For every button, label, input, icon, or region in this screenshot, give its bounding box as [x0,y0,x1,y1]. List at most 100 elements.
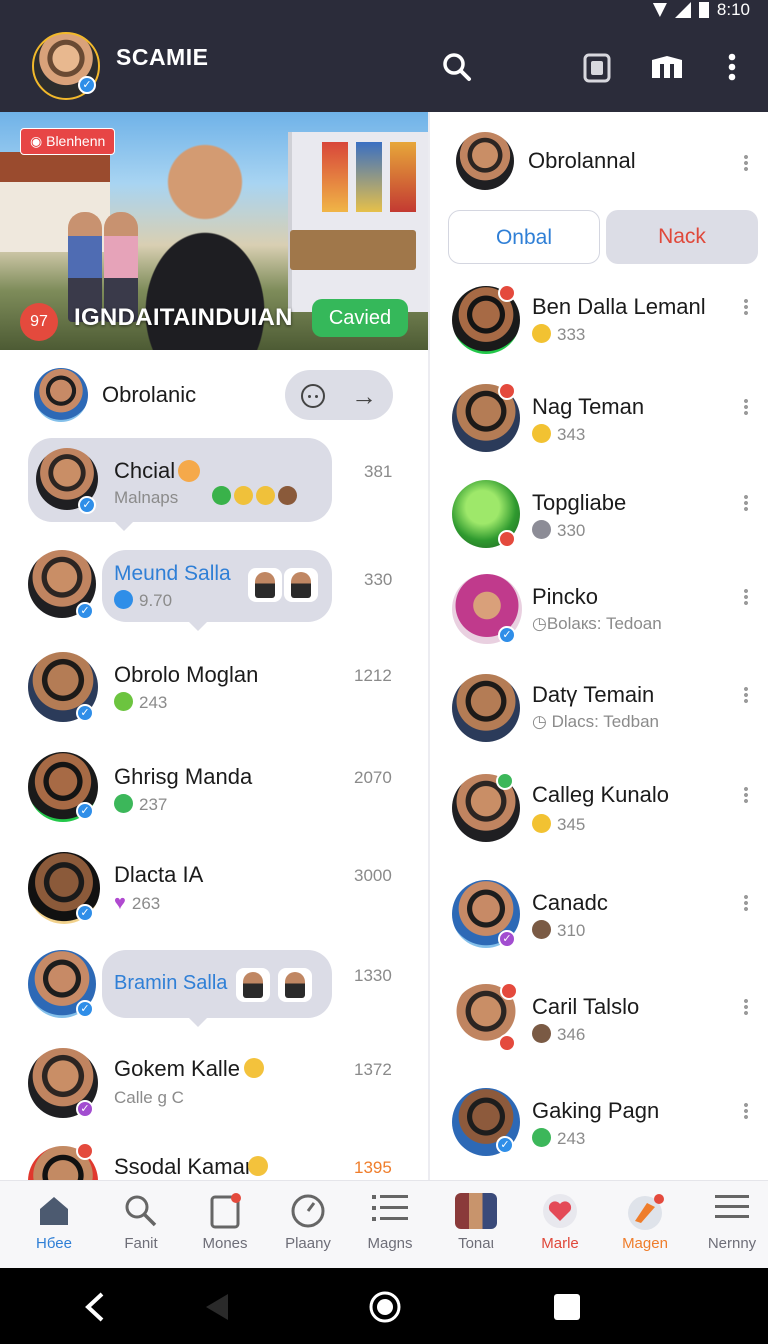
more-vertical-icon[interactable] [715,50,749,84]
more-vertical-icon[interactable] [744,298,748,316]
list-icon [372,1193,408,1229]
list-item[interactable]: Nag Teman 343 [430,378,768,476]
nav-nernny[interactable]: Nernny [690,1193,768,1252]
signal-icon [674,2,691,18]
more-vertical-icon[interactable] [744,154,748,172]
more-vertical-icon[interactable] [744,786,748,804]
list-item[interactable]: ✓ Gaking Pagn 243 [430,1084,768,1180]
nav-label: Magns [367,1235,413,1252]
notification-badge-icon [76,1142,94,1160]
bottom-nav: Hбее Fanit Mones Plaany Magns Tonaι Marl… [0,1180,768,1268]
nav-plaany[interactable]: Plaany [266,1193,350,1252]
nav-label: Nernny [707,1235,757,1252]
verified-icon [114,590,133,609]
group-icon [532,520,551,539]
triangle-back-icon[interactable] [200,1290,234,1324]
status-time: 8:10 [716,0,750,19]
list-item[interactable]: Ssodal Kaman 527 1395 [0,1142,428,1180]
list-item[interactable]: Ben Dalla Lemanl 333 [430,278,768,376]
thumbnail-image [236,968,270,1002]
tab-nack[interactable]: Nack [606,210,758,264]
list-item[interactable]: Caril Talslo 346 [430,980,768,1084]
hero-banner[interactable]: ◉ Blenhenn 97 IGNDAITAINDUIAN Cavied [0,112,428,350]
right-header: Obrolannal [430,112,768,210]
nav-label: Hбее [36,1235,72,1252]
list-item[interactable]: ✓ Meund Salla 9.70 330 [0,548,428,640]
nav-label: Magen [622,1235,668,1252]
notification-badge-icon [498,382,516,400]
nav-label: Marle [541,1235,579,1252]
avatar[interactable] [34,368,88,422]
left-pane: ◉ Blenhenn 97 IGNDAITAINDUIAN Cavied Obr… [0,112,428,1180]
list-item[interactable]: ✓ Obrolo Moglan 243 1212 [0,648,428,748]
contact-subtitle: 243 [114,692,167,713]
nav-magns[interactable]: Magns [348,1193,432,1252]
contact-name: Topgliabe [532,490,627,515]
list-item[interactable]: ✓ Gokem Kalle Calle g C 1372 [0,1044,428,1144]
contact-name: Datγ Temain [532,682,655,707]
system-nav-bar [0,1268,768,1344]
contact-subtitle: 243 [532,1128,585,1149]
nav-fanit[interactable]: Fanit [99,1193,183,1252]
contact-subtitle: 346 [532,1024,585,1045]
message-count: 330 [364,570,393,589]
list-item[interactable]: ✓ Bramin Salla 1330 [0,948,428,1048]
list-item[interactable]: Topgliabe 330 [430,476,768,572]
clipboard-icon[interactable] [580,50,614,84]
tab-onbal[interactable]: Onbal [448,210,600,264]
store-icon[interactable] [650,50,684,84]
contact-name: Nag Teman [532,394,645,419]
grin-emoji-icon [248,1156,268,1176]
contact-subtitle: Calle g C [114,1088,184,1107]
more-vertical-icon[interactable] [744,686,748,704]
search-icon[interactable] [440,50,474,84]
home-circle-icon[interactable] [368,1290,402,1324]
left-header-name: Obrolanic [102,382,197,407]
poster-image [390,142,416,212]
list-item[interactable]: ✓ Chcial Malnaps 381 [0,438,428,531]
more-vertical-icon[interactable] [744,894,748,912]
thumbnail-image [278,968,312,1002]
nav-label: Mones [202,1235,248,1252]
recents-square-icon[interactable] [550,1290,584,1324]
more-vertical-icon[interactable] [744,398,748,416]
contact-name: Dlacta IA [114,862,204,887]
more-vertical-icon[interactable] [744,588,748,606]
notification-badge-icon [496,772,514,790]
list-item[interactable]: ✓ Ghrisg Manda 237 2070 [0,750,428,850]
emoji-icon[interactable] [301,384,325,408]
nav-tonai[interactable]: Tonaι [434,1193,518,1252]
header-actions: → [285,370,393,420]
emoji-row-icon [212,486,297,505]
nav-home[interactable]: Hбее [12,1193,96,1252]
thumbnail-image [248,568,282,602]
verified-badge-icon: ✓ [496,1136,514,1154]
list-item[interactable]: ✓ Canadc 310 [430,876,768,980]
more-vertical-icon[interactable] [744,1102,748,1120]
verified-badge-icon: ✓ [76,904,94,922]
nav-mones[interactable]: Mones [183,1193,267,1252]
list-item[interactable]: ✓ Pincko ◷Bolaкs: Tedoan [430,572,768,670]
hero-action-button[interactable]: Cavied [312,299,408,337]
more-vertical-icon[interactable] [744,998,748,1016]
verified-badge-icon: ✓ [76,802,94,820]
notification-badge-icon [498,1034,516,1052]
verified-badge-icon: ✓ [498,626,516,644]
laugh-emoji-icon [178,460,200,482]
home-icon [36,1193,72,1229]
list-item[interactable]: Calleg Kunalo 345 [430,770,768,874]
heart-icon [542,1193,578,1229]
thumbnail-image [284,568,318,602]
list-item[interactable]: Datγ Temain ◷ Dlacs: Tedban [430,670,768,768]
more-vertical-icon[interactable] [744,494,748,512]
hero-tag: ◉ Blenhenn [20,128,116,155]
notification-badge-icon [498,284,516,302]
nav-marle[interactable]: Marle [518,1193,602,1252]
contact-name: Meund Salla [114,562,231,585]
nav-magen[interactable]: Magen [603,1193,687,1252]
arrow-right-icon[interactable]: → [351,381,377,412]
back-icon[interactable] [78,1290,112,1324]
list-item[interactable]: ✓ Dlacta IA ♥ 263 3000 [0,850,428,950]
avatar[interactable] [456,132,514,190]
avatar[interactable] [452,674,520,742]
